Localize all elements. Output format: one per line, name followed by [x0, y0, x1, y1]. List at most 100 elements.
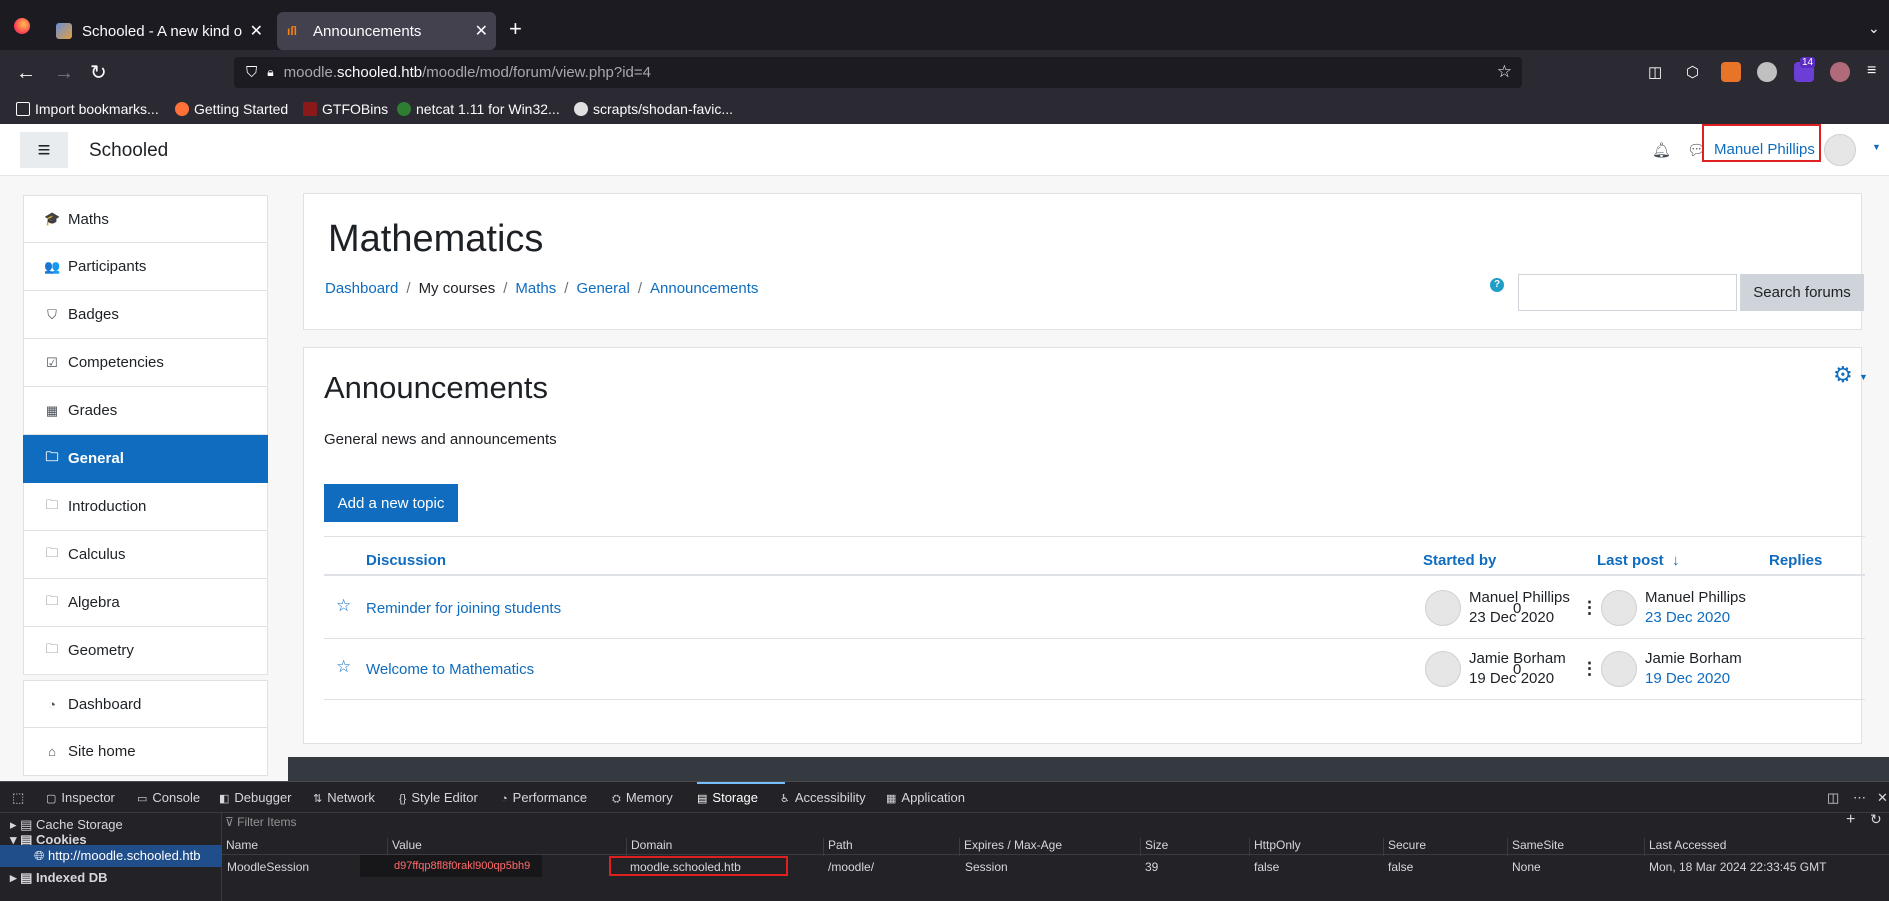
column-header[interactable]: Domain [626, 838, 672, 856]
nav-item-dashboard[interactable]: ◔ Dashboard [23, 680, 268, 728]
column-replies[interactable]: Replies [1769, 552, 1822, 569]
nav-item-maths[interactable]: 🎓 Maths [23, 195, 268, 243]
extension-badge: 14 [1800, 57, 1816, 68]
column-header[interactable]: Size [1140, 838, 1168, 856]
close-tab-icon[interactable]: ✕ [475, 21, 488, 41]
last-post-date-link[interactable]: 23 Dec 2020 [1645, 609, 1730, 626]
tree-cookie-host[interactable]: 🌐︎ http://moodle.schooled.htb [34, 848, 201, 864]
user-menu-name[interactable]: Manuel Phillips [1714, 141, 1815, 158]
help-icon[interactable]: ? [1490, 278, 1504, 292]
devtools-tab-storage[interactable]: ▤ Storage [697, 790, 758, 805]
nav-item-site-home[interactable]: ⌂ Site home [23, 728, 268, 776]
url-bar[interactable]: ⛉ 🔒︎ moodle. schooled.htb/moodle/mod/foru… [234, 57, 1522, 88]
breadcrumb-my-courses: My courses [418, 280, 496, 297]
close-tab-icon[interactable]: ✕ [250, 21, 263, 41]
tab-schooled[interactable]: Schooled - A new kind of e ✕ [46, 12, 271, 50]
element-picker-icon[interactable]: ⬚ [12, 790, 24, 806]
column-header[interactable]: Path [823, 838, 853, 856]
chevron-down-icon[interactable]: ▼ [1859, 372, 1868, 382]
column-header[interactable]: Secure [1383, 838, 1426, 856]
user-avatar[interactable] [1824, 134, 1856, 166]
kebab-menu-icon[interactable]: ⋮ [1581, 659, 1598, 679]
column-header[interactable]: Expires / Max-Age [959, 838, 1062, 856]
star-icon[interactable]: ☆ [336, 657, 351, 677]
column-started-by[interactable]: Started by [1423, 552, 1496, 569]
forward-icon[interactable]: → [54, 63, 74, 83]
close-devtools-icon[interactable]: ✕ [1877, 790, 1888, 806]
notification-bell-icon[interactable]: 🔔︎ [1652, 141, 1671, 159]
column-discussion[interactable]: Discussion [366, 552, 446, 569]
list-all-tabs-icon[interactable]: ⌄ [1868, 20, 1880, 37]
column-header[interactable]: SameSite [1507, 838, 1564, 856]
column-header[interactable]: HttpOnly [1249, 838, 1301, 856]
pocket-icon[interactable]: ◫ [1648, 63, 1662, 81]
firefox-menu-icon[interactable] [14, 18, 30, 34]
nav-item-badges[interactable]: ⛉ Badges [23, 291, 268, 339]
nav-item-general[interactable]: 🗀 General [23, 435, 268, 483]
nav-item-introduction[interactable]: 🗀 Introduction [23, 483, 268, 531]
bookmark-getting-started[interactable]: Getting Started [175, 101, 288, 117]
extension-icon[interactable] [1757, 62, 1777, 82]
tree-cache-storage[interactable]: ▸ ▤ Cache Storage [10, 817, 123, 833]
devtools-tab-network[interactable]: ⇅ Network [313, 790, 375, 805]
bookmark-star-icon[interactable]: ☆ [1497, 62, 1512, 82]
last-post-date-link[interactable]: 19 Dec 2020 [1645, 670, 1730, 687]
tree-indexed-db[interactable]: ▸ ▤ Indexed DB [10, 870, 108, 886]
devtools-tab-console[interactable]: ▭ Console [137, 790, 200, 805]
burp-extension-icon[interactable] [1721, 62, 1741, 82]
kebab-menu-icon[interactable]: ⋮ [1581, 598, 1598, 618]
column-header[interactable]: Last Accessed [1644, 838, 1726, 856]
discussion-title-link[interactable]: Reminder for joining students [366, 600, 561, 617]
bookmark-shodan-favicon[interactable]: scrapts/shodan-favic... [574, 101, 733, 117]
gear-icon[interactable]: ⚙ [1833, 362, 1853, 388]
cookie-value[interactable]: d97ffqp8fl8f0rakl900qp5bh9 [394, 860, 530, 872]
reload-icon[interactable]: ↻ [90, 63, 107, 83]
filter-items-input[interactable]: ⊽ Filter Items [225, 815, 296, 829]
new-tab-button[interactable]: + [509, 16, 522, 42]
add-new-topic-button[interactable]: Add a new topic [324, 484, 458, 522]
breadcrumb-announcements[interactable]: Announcements [650, 280, 758, 297]
shield-icon[interactable]: ⛉ [246, 64, 257, 81]
search-forums-input[interactable] [1518, 274, 1737, 311]
column-header[interactable]: Name [222, 838, 258, 856]
back-icon[interactable]: ← [16, 63, 36, 83]
dock-side-icon[interactable]: ◫ [1827, 790, 1839, 806]
nav-item-competencies[interactable]: ☑ Competencies [23, 339, 268, 387]
more-options-icon[interactable]: ⋯ [1853, 790, 1866, 806]
column-header[interactable]: Value [387, 838, 422, 856]
column-last-post[interactable]: Last post [1597, 552, 1664, 569]
nav-item-participants[interactable]: 👥 Participants [23, 243, 268, 291]
discussion-title-link[interactable]: Welcome to Mathematics [366, 661, 534, 678]
nav-item-algebra[interactable]: 🗀 Algebra [23, 579, 268, 627]
add-item-icon[interactable]: + [1846, 811, 1855, 829]
breadcrumb-dashboard[interactable]: Dashboard [325, 280, 398, 297]
search-forums-button[interactable]: Search forums [1740, 274, 1864, 311]
refresh-icon[interactable]: ↻ [1870, 811, 1882, 828]
breadcrumb-maths[interactable]: Maths [515, 280, 556, 297]
site-name[interactable]: Schooled [89, 140, 168, 162]
lock-icon[interactable]: 🔒︎ [267, 65, 273, 80]
app-menu-icon[interactable]: ≡ [1867, 62, 1876, 80]
bookmark-gtfobins[interactable]: GTFOBins [303, 101, 388, 117]
extensions-icon[interactable]: ⬡ [1686, 63, 1699, 81]
devtools-tab-performance[interactable]: ◔ Performance [501, 790, 587, 805]
extension-icon[interactable] [1830, 62, 1850, 82]
tab-announcements[interactable]: ıſl Announcements ✕ [277, 12, 496, 50]
devtools-tab-style-editor[interactable]: {} Style Editor [399, 790, 478, 805]
devtools-tab-memory[interactable]: ⛭ Memory [612, 790, 673, 806]
devtools-tab-application[interactable]: ▦ Application [886, 790, 965, 805]
cookie-row[interactable]: MoodleSession d97ffqp8fl8f0rakl900qp5bh9… [222, 855, 1889, 877]
breadcrumb-general[interactable]: General [576, 280, 629, 297]
sort-arrow-down-icon[interactable]: ↓ [1672, 552, 1680, 569]
user-menu-caret-icon[interactable]: ▼ [1872, 142, 1881, 152]
devtools-tab-accessibility[interactable]: ♿︎ Accessibility [780, 790, 866, 805]
star-icon[interactable]: ☆ [336, 596, 351, 616]
devtools-tab-inspector[interactable]: ▢ Inspector [46, 790, 115, 805]
bookmark-netcat[interactable]: netcat 1.11 for Win32... [397, 101, 560, 117]
devtools-tab-debugger[interactable]: ◧ Debugger [219, 790, 292, 805]
nav-drawer-toggle-button[interactable]: ≡ [20, 132, 68, 168]
nav-item-grades[interactable]: ▦ Grades [23, 387, 268, 435]
nav-item-calculus[interactable]: 🗀 Calculus [23, 531, 268, 579]
bookmark-import[interactable]: Import bookmarks... [16, 101, 159, 117]
nav-item-geometry[interactable]: 🗀 Geometry [23, 627, 268, 675]
